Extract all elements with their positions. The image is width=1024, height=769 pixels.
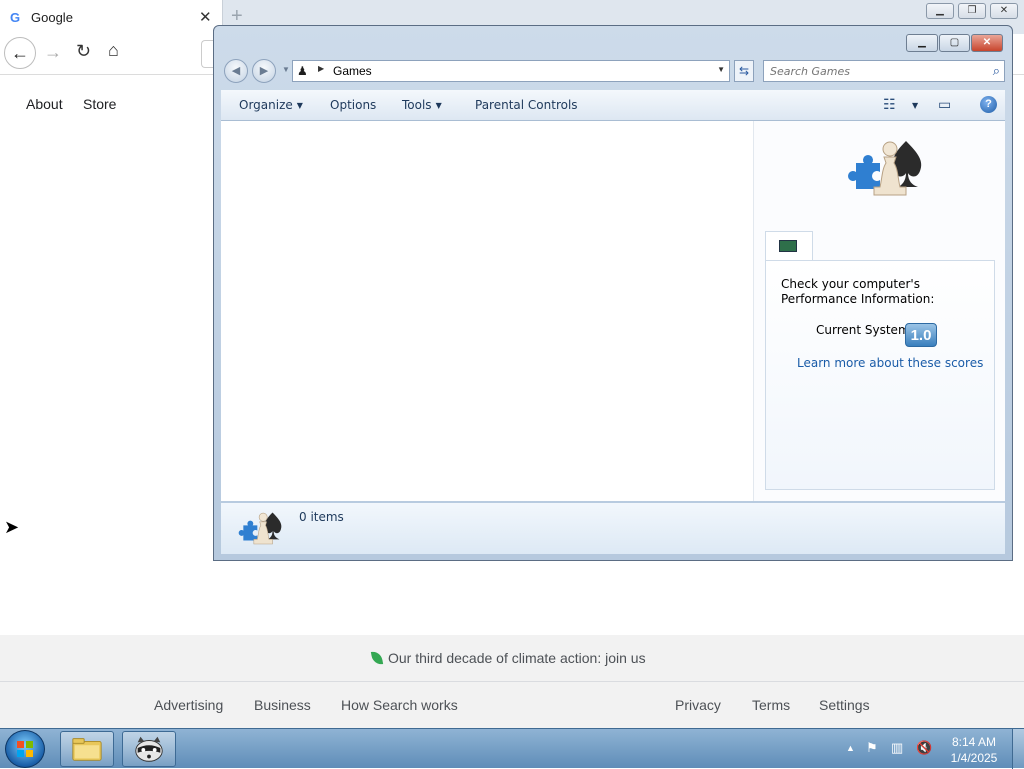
privacy-link[interactable]: Privacy — [675, 697, 721, 713]
mouse-pointer-icon: ➤ — [4, 517, 20, 537]
climate-text: Our third decade of climate action: join… — [388, 650, 646, 666]
google-favicon-icon: G — [10, 10, 21, 25]
navigation-row: ◀ ▶ ▼ ♟ ▶ Games ▼ ⇆ ⌕ — [222, 58, 1006, 86]
performance-panel: Check your computer's Performance Inform… — [765, 260, 995, 490]
settings-link[interactable]: Settings — [819, 697, 870, 713]
business-link[interactable]: Business — [254, 697, 311, 713]
item-count: 0 items — [299, 510, 344, 524]
change-view-icon[interactable]: ☷ — [883, 96, 896, 113]
how-search-works-link[interactable]: How Search works — [341, 697, 458, 713]
tab-close-icon[interactable]: ✕ — [199, 8, 212, 26]
clock-date: 1/4/2025 — [950, 751, 998, 765]
details-pane: 0 items — [221, 502, 1005, 554]
preview-pane-icon[interactable]: ▭ — [938, 96, 951, 113]
browser-minimize-button[interactable]: ▁ — [926, 3, 954, 19]
games-close-button[interactable]: ✕ — [971, 34, 1003, 52]
games-maximize-button[interactable]: ▢ — [939, 34, 970, 52]
folder-icon — [72, 738, 102, 761]
tools-label: Tools — [402, 98, 432, 112]
raccoon-browser-icon — [135, 736, 163, 762]
preview-pane: Check your computer's Performance Inform… — [754, 121, 1005, 501]
taskbar-explorer-button[interactable] — [60, 731, 114, 767]
page-footer: Our third decade of climate action: join… — [0, 635, 1024, 728]
help-icon[interactable]: ? — [980, 96, 997, 113]
home-icon[interactable]: ⌂ — [108, 40, 119, 61]
browser-restore-button[interactable]: ❐ — [958, 3, 986, 19]
view-dropdown-icon[interactable]: ▼ — [908, 98, 918, 112]
clock-time: 8:14 AM — [951, 735, 997, 749]
show-desktop-button[interactable] — [1012, 729, 1024, 769]
chevron-down-icon: ▼ — [435, 101, 442, 110]
search-icon[interactable]: ⌕ — [993, 63, 1000, 79]
back-button[interactable]: ← — [4, 37, 36, 69]
about-link[interactable]: About — [26, 96, 63, 112]
tools-menu[interactable]: Tools ▼ — [402, 98, 442, 112]
learn-more-scores-link[interactable]: Learn more about these scores — [797, 356, 983, 370]
taskbar: ▲ ⚑ ▥ 🔇 8:14 AM 1/4/2025 — [0, 728, 1024, 769]
terms-link[interactable]: Terms — [752, 697, 790, 713]
taskbar-browser-button[interactable] — [122, 731, 176, 767]
chevron-down-icon: ▼ — [296, 101, 303, 110]
breadcrumb-games[interactable]: Games — [333, 64, 372, 78]
address-bar[interactable]: ♟ ▶ Games ▼ — [292, 60, 730, 82]
network-icon[interactable]: ▥ — [891, 740, 903, 756]
windows-logo-icon — [17, 741, 33, 757]
options-button[interactable]: Options — [330, 98, 376, 112]
performance-tab[interactable] — [765, 231, 813, 261]
organize-label: Organize — [239, 98, 293, 112]
command-bar: Organize ▼ Options Tools ▼ Parental Contro… — [221, 90, 1005, 121]
parental-controls-button[interactable]: Parental Controls — [475, 98, 578, 112]
reload-icon[interactable]: ↻ — [76, 41, 91, 62]
search-box[interactable]: ⌕ — [763, 60, 1005, 82]
back-button[interactable]: ◀ — [224, 59, 248, 83]
forward-arrow-icon: ▶ — [259, 65, 269, 77]
games-minimize-button[interactable]: ▁ — [906, 34, 938, 52]
forward-button[interactable]: ▶ — [252, 59, 276, 83]
start-button[interactable] — [5, 730, 45, 768]
search-input[interactable] — [770, 63, 970, 79]
address-dropdown-icon[interactable]: ▼ — [717, 65, 725, 74]
games-folder-icon — [238, 512, 282, 545]
back-arrow-icon: ← — [11, 43, 29, 63]
store-link[interactable]: Store — [83, 96, 116, 112]
footer-divider — [0, 681, 1024, 682]
volume-muted-icon[interactable]: 🔇 — [916, 740, 932, 756]
tab-google[interactable]: G Google ✕ — [0, 0, 223, 34]
performance-score-badge: 1.0 — [905, 323, 937, 347]
action-center-flag-icon[interactable]: ⚑ — [866, 740, 878, 756]
show-hidden-icons-icon[interactable]: ▲ — [846, 743, 855, 753]
leaf-icon — [370, 650, 384, 666]
back-arrow-icon: ◀ — [231, 65, 241, 77]
games-logo-icon — [848, 141, 922, 196]
breadcrumb-arrow-icon[interactable]: ▶ — [318, 64, 324, 73]
browser-close-button[interactable]: ✕ — [990, 3, 1018, 19]
recent-pages-dropdown-icon[interactable]: ▼ — [282, 65, 290, 74]
climate-action-link[interactable]: Our third decade of climate action: join… — [370, 650, 646, 666]
content-area: Check your computer's Performance Inform… — [221, 121, 1005, 501]
games-folder-icon: ♟ — [297, 64, 308, 78]
advertising-link[interactable]: Advertising — [154, 697, 223, 713]
system-clock[interactable]: 8:14 AM 1/4/2025 — [944, 734, 1004, 766]
refresh-button[interactable]: ⇆ — [734, 60, 754, 82]
performance-message: Check your computer's Performance Inform… — [781, 277, 935, 306]
forward-icon[interactable]: → — [44, 42, 62, 63]
games-list-pane[interactable] — [221, 121, 754, 501]
tab-title: Google — [31, 10, 73, 25]
computer-screen-icon — [779, 240, 797, 252]
current-system-label: Current System — [816, 323, 910, 337]
games-explorer-window: ▁ ▢ ✕ ◀ ▶ ▼ ♟ ▶ Games ▼ ⇆ ⌕ Organize▼ Op… — [213, 25, 1013, 561]
refresh-icon: ⇆ — [738, 64, 750, 78]
organize-menu[interactable]: Organize ▼ — [239, 98, 303, 112]
